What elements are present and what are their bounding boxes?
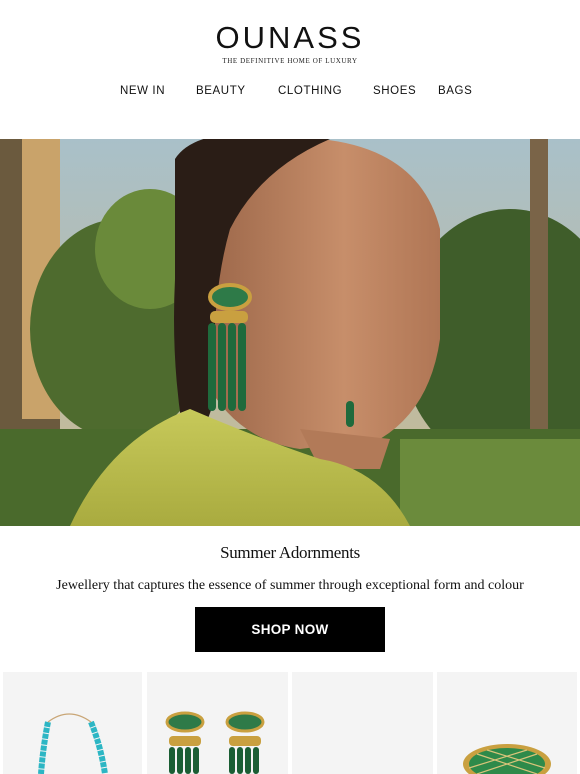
product-tile-ring[interactable] bbox=[437, 672, 577, 774]
section-description: Jewellery that captures the essence of s… bbox=[56, 578, 524, 593]
earrings-image bbox=[165, 711, 265, 774]
product-strip bbox=[0, 672, 580, 774]
ring-image bbox=[463, 744, 551, 774]
nav-item-shoes[interactable]: SHOES bbox=[373, 85, 416, 97]
category-nav: NEW IN BEAUTY CLOTHING SHOES BAGS bbox=[0, 85, 580, 101]
product-tile-earrings[interactable] bbox=[147, 672, 288, 774]
shop-now-button[interactable]: SHOP NOW bbox=[195, 607, 385, 652]
email-header: OUNASS THE DEFINITIVE HOME OF LUXURY NEW… bbox=[0, 0, 580, 139]
nav-item-bags[interactable]: BAGS bbox=[438, 85, 472, 97]
brand-logo[interactable]: OUNASS bbox=[0, 20, 580, 56]
brand-tagline: THE DEFINITIVE HOME OF LUXURY bbox=[222, 57, 358, 65]
hero-image[interactable] bbox=[0, 139, 580, 526]
nav-item-new-in[interactable]: NEW IN bbox=[120, 85, 165, 97]
product-tile-necklace[interactable] bbox=[3, 672, 142, 774]
necklace-image bbox=[38, 713, 108, 774]
hero-illustration bbox=[0, 139, 580, 526]
nav-item-beauty[interactable]: BEAUTY bbox=[196, 85, 246, 97]
section-title: Summer Adornments bbox=[220, 543, 360, 562]
product-tile-blank[interactable] bbox=[292, 672, 433, 774]
nav-item-clothing[interactable]: CLOTHING bbox=[278, 85, 342, 97]
